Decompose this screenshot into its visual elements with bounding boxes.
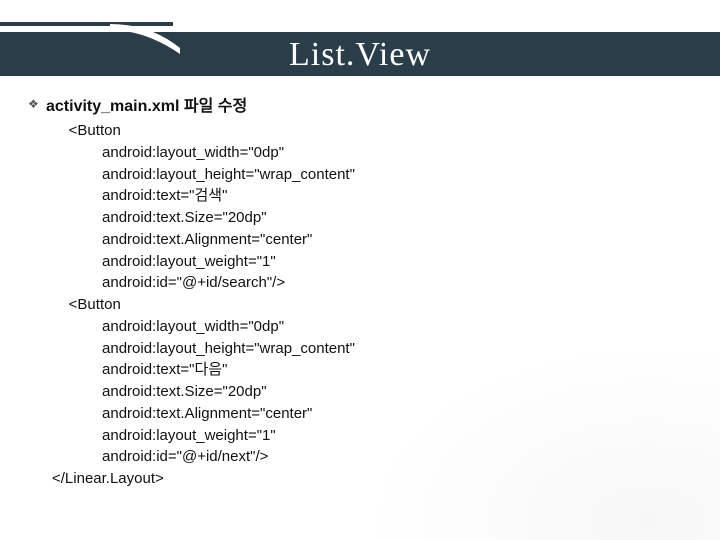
banner-accent-line xyxy=(0,22,720,26)
title-banner: List.View xyxy=(0,22,720,78)
bullet-row: ❖ activity_main.xml 파일 수정 xyxy=(28,92,688,116)
slide: List.View ❖ activity_main.xml 파일 수정 <But… xyxy=(0,0,720,540)
code-block: <Button android:layout_width="0dp" andro… xyxy=(52,120,688,490)
section-heading: activity_main.xml 파일 수정 xyxy=(46,92,247,116)
slide-body: ❖ activity_main.xml 파일 수정 <Button androi… xyxy=(28,92,688,490)
diamond-bullet-icon: ❖ xyxy=(28,99,38,109)
slide-title: List.View xyxy=(0,36,720,74)
